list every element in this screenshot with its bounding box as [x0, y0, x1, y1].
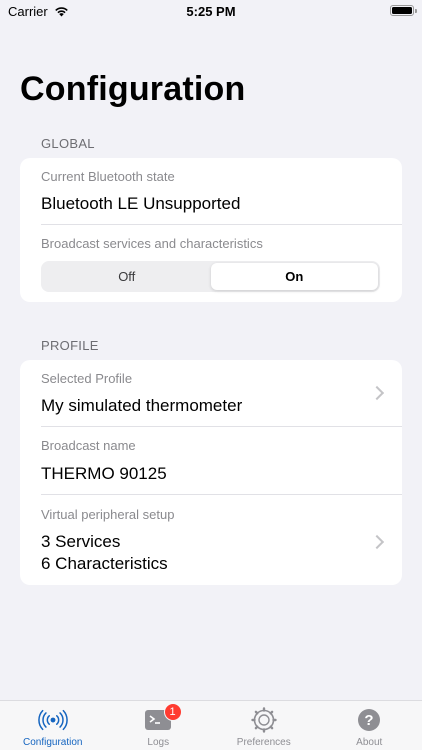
- virtual-peripheral-row[interactable]: Virtual peripheral setup 3 Services 6 Ch…: [20, 495, 402, 585]
- selected-profile-value: My simulated thermometer: [41, 396, 243, 415]
- page-title: Configuration: [20, 70, 246, 108]
- chevron-right-icon: [369, 385, 385, 401]
- selected-profile-row[interactable]: Selected Profile My simulated thermomete…: [20, 360, 402, 427]
- virtual-setup-label: Virtual peripheral setup: [41, 507, 175, 522]
- tab-preferences-label: Preferences: [236, 737, 291, 748]
- bluetooth-state-value: Bluetooth LE Unsupported: [41, 194, 241, 213]
- logs-badge: 1: [163, 703, 182, 721]
- bluetooth-state-label: Current Bluetooth state: [41, 169, 175, 184]
- global-card: Current Bluetooth state Bluetooth LE Uns…: [20, 158, 402, 302]
- broadcast-name-label: Broadcast name: [41, 438, 136, 453]
- services-value: 3 Services: [41, 532, 121, 551]
- broadcast-segmented-control[interactable]: Off On: [41, 261, 380, 292]
- tab-logs[interactable]: 1 Logs: [106, 701, 212, 750]
- chevron-right-icon: [369, 534, 385, 550]
- global-section-header: GLOBAL: [41, 136, 95, 151]
- broadcast-label: Broadcast services and characteristics: [41, 236, 263, 251]
- characteristics-value: 6 Characteristics: [41, 554, 168, 573]
- tab-bar: Configuration 1 Logs Preferences ? About: [0, 700, 422, 750]
- gear-icon: [249, 707, 279, 733]
- tab-about[interactable]: ? About: [317, 701, 422, 750]
- broadcast-on-segment[interactable]: On: [210, 263, 378, 290]
- status-time: 5:25 PM: [186, 4, 236, 19]
- broadcast-icon: [38, 707, 68, 733]
- tab-configuration-label: Configuration: [23, 737, 83, 748]
- tab-preferences[interactable]: Preferences: [211, 701, 317, 750]
- selected-profile-label: Selected Profile: [41, 371, 133, 386]
- profile-section-header: PROFILE: [41, 338, 99, 353]
- tab-about-label: About: [356, 737, 383, 748]
- bluetooth-state-row: Current Bluetooth state Bluetooth LE Uns…: [20, 158, 402, 225]
- svg-text:?: ?: [365, 712, 374, 729]
- tab-configuration[interactable]: Configuration: [0, 701, 106, 750]
- broadcast-name-row[interactable]: Broadcast name THERMO 90125: [20, 427, 402, 495]
- tab-logs-label: Logs: [147, 737, 170, 748]
- status-bar: Carrier 5:25 PM: [0, 0, 422, 24]
- question-icon: ?: [354, 707, 384, 733]
- broadcast-name-value[interactable]: THERMO 90125: [41, 464, 167, 484]
- broadcast-off-segment[interactable]: Off: [43, 263, 211, 290]
- battery-icon: [390, 5, 417, 16]
- profile-card: Selected Profile My simulated thermomete…: [20, 360, 402, 585]
